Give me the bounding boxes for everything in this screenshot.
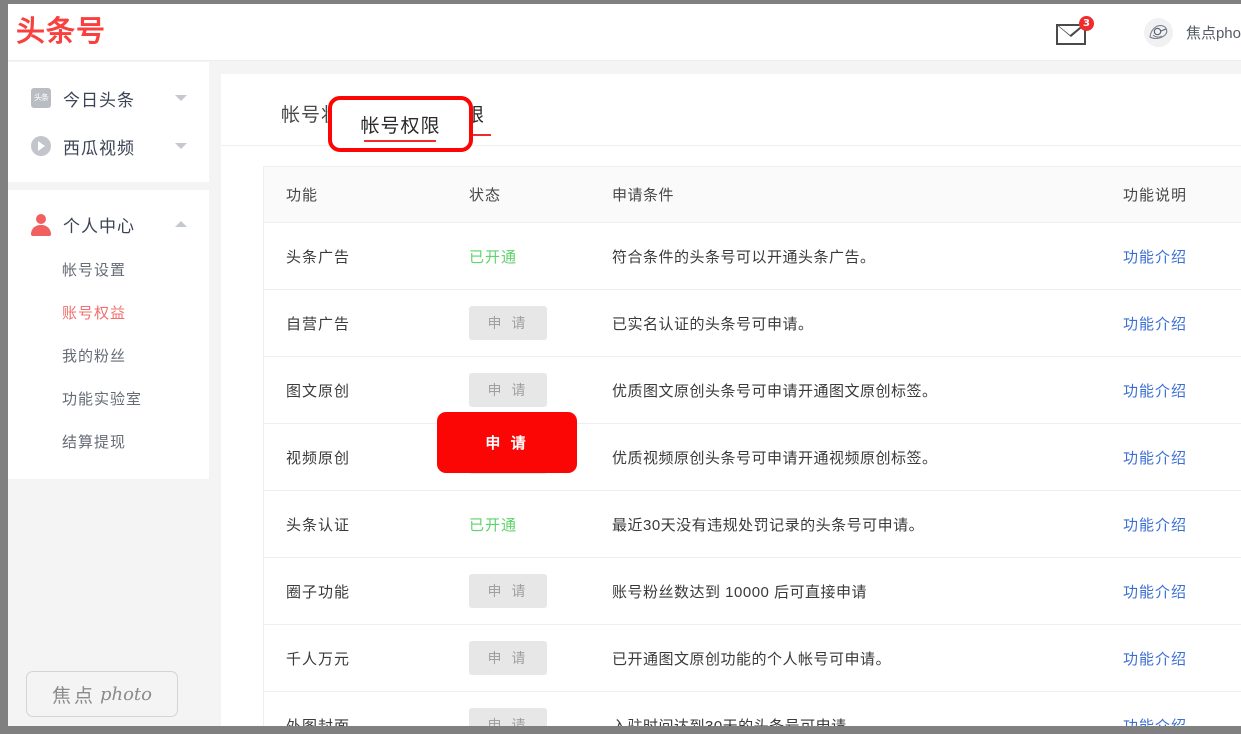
brand-name-en: photo (100, 684, 152, 705)
feature-intro-link[interactable]: 功能介绍 (1123, 316, 1187, 333)
cell-description: 功能介绍 (1123, 313, 1241, 334)
sidebar-group-personal: 个人中心 帐号设置 账号权益 我的粉丝 功能实验室 结算提现 (8, 190, 209, 479)
apply-button[interactable]: 申 请 (469, 373, 547, 407)
toutiao-badge-text: 头条 (31, 88, 51, 108)
table-row: 千人万元 申 请 已开通图文原创功能的个人帐号可申请。 功能介绍 (264, 625, 1241, 692)
brand-name-cn: 焦点 (52, 681, 96, 708)
sidebar-group-platforms: 头条 今日头条 西瓜视频 (8, 62, 209, 182)
cell-condition: 已开通图文原创功能的个人帐号可申请。 (612, 648, 1123, 669)
tab-active-underline (364, 140, 436, 142)
main-panel: 帐号状态 帐号权限 功能 状态 申请条件 功能说明 头条广告 已开通 符合条件的… (221, 74, 1241, 726)
cell-description: 功能介绍 (1123, 447, 1241, 468)
cell-description: 功能介绍 (1123, 380, 1241, 401)
cell-condition: 优质视频原创头条号可申请开通视频原创标签。 (612, 447, 1123, 468)
cell-function: 头条认证 (264, 514, 469, 535)
permissions-table: 功能 状态 申请条件 功能说明 头条广告 已开通 符合条件的头条号可以开通头条广… (263, 166, 1241, 726)
person-icon (30, 213, 52, 235)
sidebar-subitem-account-settings[interactable]: 帐号设置 (8, 248, 209, 291)
cell-condition: 入驻时间达到30天的头条号可申请。 (612, 715, 1123, 727)
avatar[interactable] (1144, 18, 1173, 47)
site-header: 头条号 3 焦点pho (8, 4, 1241, 61)
apply-button[interactable]: 申 请 (469, 641, 547, 675)
cell-condition: 已实名认证的头条号可申请。 (612, 313, 1123, 334)
cell-condition: 最近30天没有违规处罚记录的头条号可申请。 (612, 514, 1123, 535)
sidebar-divider (8, 182, 209, 190)
cell-function: 自营广告 (264, 313, 469, 334)
cell-status: 已开通 (469, 246, 612, 267)
feature-intro-link[interactable]: 功能介绍 (1123, 651, 1187, 668)
window-left-edge (0, 0, 8, 734)
table-row: 圈子功能 申 请 账号粉丝数达到 10000 后可直接申请 功能介绍 (264, 558, 1241, 625)
cell-function: 圈子功能 (264, 581, 469, 602)
cell-status: 申 请 (469, 641, 612, 675)
chevron-down-icon[interactable] (175, 95, 187, 101)
feature-intro-link[interactable]: 功能介绍 (1123, 517, 1187, 534)
column-header-condition: 申请条件 (612, 184, 1123, 205)
cell-description: 功能介绍 (1123, 246, 1241, 267)
cell-status: 申 请 (469, 306, 612, 340)
table-row: 头条认证 已开通 最近30天没有违规处罚记录的头条号可申请。 功能介绍 (264, 491, 1241, 558)
cell-description: 功能介绍 (1123, 715, 1241, 727)
chevron-down-icon[interactable] (175, 143, 187, 149)
sidebar-item-label: 个人中心 (63, 212, 135, 237)
feature-intro-link[interactable]: 功能介绍 (1123, 584, 1187, 601)
column-header-status: 状态 (469, 184, 612, 205)
play-circle-icon (30, 135, 52, 157)
feature-intro-link[interactable]: 功能介绍 (1123, 450, 1187, 467)
sidebar-subitem-account-rights[interactable]: 账号权益 (8, 291, 209, 334)
mail-button[interactable]: 3 (1056, 18, 1090, 48)
table-row: 自营广告 申 请 已实名认证的头条号可申请。 功能介绍 (264, 290, 1241, 357)
cell-status: 申 请 (469, 574, 612, 608)
sidebar-item-toutiao[interactable]: 头条 今日头条 (8, 74, 209, 122)
sidebar-item-personal-center[interactable]: 个人中心 (8, 200, 209, 248)
sidebar-item-label: 西瓜视频 (63, 134, 135, 159)
sidebar-subitem-feature-lab[interactable]: 功能实验室 (8, 377, 209, 420)
brand-logo-box: 焦点 photo (26, 671, 178, 717)
column-header-function: 功能 (264, 184, 469, 205)
column-header-description: 功能说明 (1123, 184, 1241, 205)
status-badge: 已开通 (469, 249, 517, 266)
page-root: 头条号 3 焦点pho (8, 4, 1241, 726)
table-header-row: 功能 状态 申请条件 功能说明 (264, 167, 1241, 223)
feature-intro-link[interactable]: 功能介绍 (1123, 383, 1187, 400)
sidebar-subitem-settlement[interactable]: 结算提现 (8, 420, 209, 463)
table-row: 视频原创 申 请 优质视频原创头条号可申请开通视频原创标签。 功能介绍 (264, 424, 1241, 491)
mail-unread-badge: 3 (1079, 16, 1094, 31)
sidebar-item-label: 今日头条 (63, 86, 135, 111)
cell-function: 千人万元 (264, 648, 469, 669)
apply-button-highlighted[interactable]: 申 请 (437, 412, 577, 473)
status-badge: 已开通 (469, 517, 517, 534)
cell-function: 头条广告 (264, 246, 469, 267)
cell-function: 外图封面 (264, 715, 469, 727)
cell-description: 功能介绍 (1123, 648, 1241, 669)
cell-function: 图文原创 (264, 380, 469, 401)
cell-description: 功能介绍 (1123, 514, 1241, 535)
cell-description: 功能介绍 (1123, 581, 1241, 602)
site-logo[interactable]: 头条号 (16, 12, 106, 50)
sidebar-item-xigua[interactable]: 西瓜视频 (8, 122, 209, 170)
chevron-up-icon[interactable] (175, 221, 187, 227)
apply-button[interactable]: 申 请 (469, 306, 547, 340)
cell-status: 申 请 (469, 373, 612, 407)
toutiao-badge-icon: 头条 (30, 87, 52, 109)
cell-condition: 账号粉丝数达到 10000 后可直接申请 (612, 581, 1123, 602)
feature-intro-link[interactable]: 功能介绍 (1123, 249, 1187, 266)
cell-condition: 符合条件的头条号可以开通头条广告。 (612, 246, 1123, 267)
table-row: 图文原创 申 请 优质图文原创头条号可申请开通图文原创标签。 功能介绍 (264, 357, 1241, 424)
apply-button[interactable]: 申 请 (469, 708, 547, 726)
header-actions: 3 焦点pho (1056, 4, 1241, 61)
window-bottom-edge (0, 726, 1241, 734)
feature-intro-link[interactable]: 功能介绍 (1123, 718, 1187, 727)
table-row: 头条广告 已开通 符合条件的头条号可以开通头条广告。 功能介绍 (264, 223, 1241, 290)
app-frame: 头条号 3 焦点pho (0, 0, 1241, 734)
sidebar-subitem-my-fans[interactable]: 我的粉丝 (8, 334, 209, 377)
cell-status: 已开通 (469, 514, 612, 535)
cell-condition: 优质图文原创头条号可申请开通图文原创标签。 (612, 380, 1123, 401)
cell-status: 申 请 (469, 708, 612, 726)
table-row: 外图封面 申 请 入驻时间达到30天的头条号可申请。 功能介绍 (264, 692, 1241, 726)
apply-button[interactable]: 申 请 (469, 574, 547, 608)
sidebar: 头条 今日头条 西瓜视频 (8, 62, 209, 726)
user-name[interactable]: 焦点pho (1186, 22, 1241, 43)
